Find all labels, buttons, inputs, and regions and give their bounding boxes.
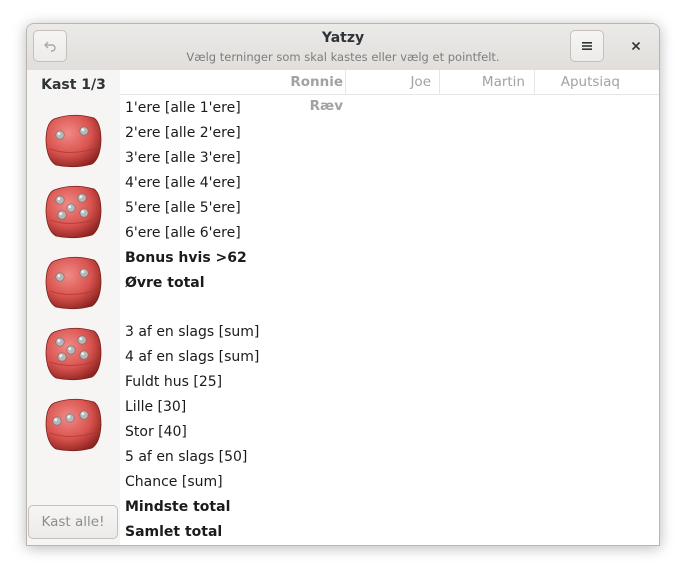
score-category: 6'ere [alle 6'ere]	[125, 225, 241, 241]
lower-total-label: Mindste total	[125, 499, 231, 515]
die-pip	[79, 208, 89, 218]
die-pip	[77, 193, 87, 203]
die-pip	[77, 335, 87, 345]
upper-total-label: Øvre total	[125, 275, 205, 291]
window-title: Yatzy	[321, 30, 365, 46]
player-column-header[interactable]: Aputsiaq	[534, 70, 628, 94]
window-subtitle: Vælg terninger som skal kastes eller væl…	[186, 50, 500, 64]
menu-button[interactable]	[570, 30, 604, 62]
header-bar: Yatzy Vælg terninger som skal kastes ell…	[27, 24, 659, 71]
score-category: 4'ere [alle 4'ere]	[125, 175, 241, 191]
score-category: 5 af en slags [50]	[125, 449, 248, 465]
score-category: Lille [30]	[125, 399, 187, 415]
score-category: 2'ere [alle 2'ere]	[125, 125, 241, 141]
score-category: Fuldt hus [25]	[125, 374, 223, 390]
die-pip	[79, 410, 89, 420]
die-pip	[66, 345, 76, 355]
score-table: Ronnie Ræv Joe Martin Aputsiaq 1'ere [al…	[120, 70, 659, 545]
die-pip	[79, 126, 89, 136]
die-2-icon[interactable]	[44, 111, 102, 169]
die-pip	[55, 272, 65, 282]
score-category: 1'ere [alle 1'ere]	[125, 100, 241, 116]
score-category: 3 af en slags [sum]	[125, 324, 260, 340]
die-pip	[55, 195, 65, 205]
die-pip	[65, 413, 75, 423]
die-pip	[79, 268, 89, 278]
score-category: Stor [40]	[125, 424, 187, 440]
die-pip	[55, 130, 65, 140]
close-button[interactable]	[624, 33, 648, 59]
player-column-header[interactable]: Ronnie Ræv	[257, 70, 351, 114]
die-pip	[57, 352, 67, 362]
die-pip	[57, 210, 67, 220]
score-category: 3'ere [alle 3'ere]	[125, 150, 241, 166]
hamburger-menu-icon	[582, 42, 592, 50]
grand-total-label: Samlet total	[125, 524, 223, 540]
die-pip	[79, 350, 89, 360]
dice-sidebar: Kast 1/3 Kast alle!	[27, 70, 120, 545]
close-icon	[631, 41, 641, 51]
die-pip	[55, 337, 65, 347]
roll-all-button[interactable]: Kast alle!	[28, 505, 118, 539]
score-category: 4 af en slags [sum]	[125, 349, 260, 365]
score-category: 5'ere [alle 5'ere]	[125, 200, 241, 216]
roll-counter: Kast 1/3	[41, 77, 106, 93]
die-2-icon[interactable]	[44, 253, 102, 311]
die-3-icon[interactable]	[44, 395, 102, 453]
player-column-header[interactable]: Joe	[345, 70, 439, 94]
score-category: Chance [sum]	[125, 474, 223, 490]
die-5-icon[interactable]	[44, 324, 102, 382]
player-column-header[interactable]: Martin	[439, 70, 533, 94]
die-5-icon[interactable]	[44, 182, 102, 240]
players-header: Ronnie Ræv Joe Martin Aputsiaq	[120, 70, 659, 114]
bonus-label: Bonus hvis >62	[125, 250, 247, 266]
die-pip	[66, 203, 76, 213]
die-pip	[52, 416, 62, 426]
app-window: Yatzy Vælg terninger som skal kastes ell…	[26, 23, 660, 546]
